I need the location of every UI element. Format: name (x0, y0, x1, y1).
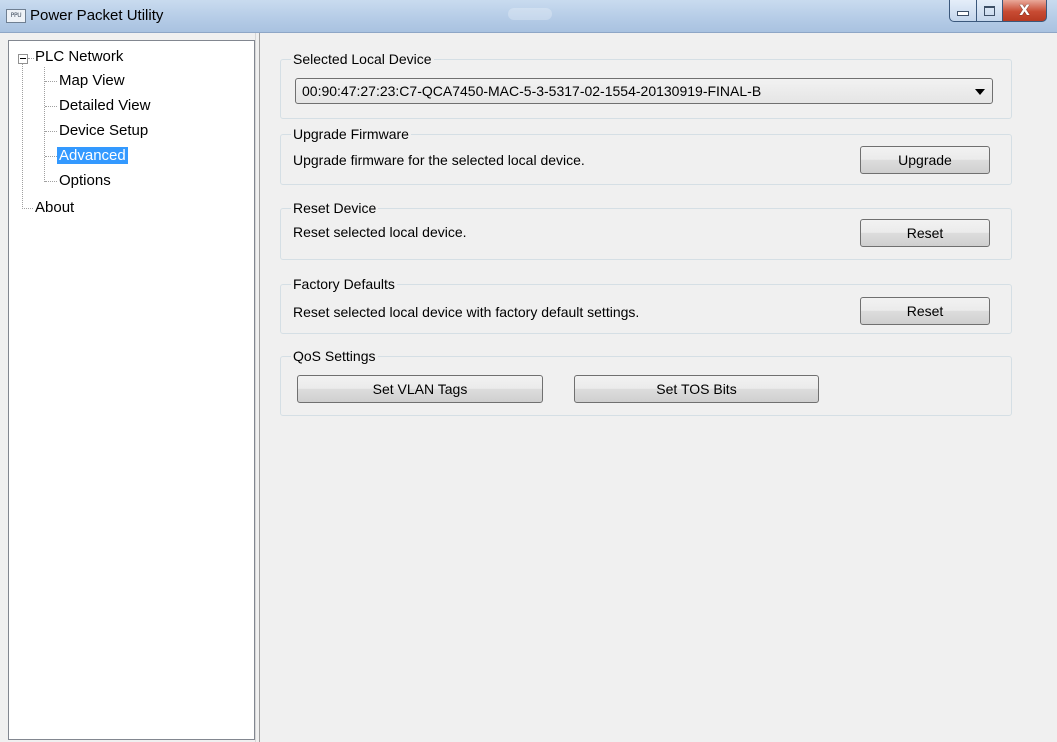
chevron-down-icon (975, 89, 985, 95)
tree-connector (45, 106, 57, 107)
tree-item-plc-network[interactable]: PLC Network (35, 47, 123, 67)
maximize-button[interactable] (977, 0, 1003, 22)
reset-description: Reset selected local device. (293, 224, 467, 240)
group-title: Upgrade Firmware (291, 125, 411, 143)
selected-device-group: Selected Local Device 00:90:47:27:23:C7-… (280, 50, 1012, 119)
tree-item-label: Advanced (57, 147, 128, 164)
group-title: QoS Settings (291, 347, 378, 365)
tree-item-label: Options (59, 172, 111, 189)
upgrade-button[interactable]: Upgrade (860, 146, 990, 174)
set-vlan-tags-button[interactable]: Set VLAN Tags (297, 375, 543, 403)
tree-connector (45, 181, 57, 182)
tree-item-map-view[interactable]: Map View (59, 71, 125, 91)
tree-item-label: Detailed View (59, 97, 151, 114)
upgrade-firmware-group: Upgrade Firmware Upgrade firmware for th… (280, 125, 1012, 185)
factory-reset-button[interactable]: Reset (860, 297, 990, 325)
close-icon: X (1019, 2, 1030, 19)
tree-item-advanced[interactable]: Advanced (57, 146, 128, 166)
title-bar-highlight (508, 8, 552, 20)
reset-device-button[interactable]: Reset (860, 219, 990, 247)
panel-splitter[interactable] (255, 33, 260, 742)
group-title: Reset Device (291, 199, 379, 217)
upgrade-description: Upgrade firmware for the selected local … (293, 152, 585, 168)
minimize-icon (957, 11, 969, 16)
factory-defaults-group: Factory Defaults Reset selected local de… (280, 275, 1012, 334)
maximize-icon (984, 5, 995, 16)
tree-connector (45, 156, 57, 157)
window-title: Power Packet Utility (30, 7, 164, 24)
tree-connector (22, 63, 23, 209)
title-bar[interactable]: PPU Power Packet Utility X (0, 0, 1057, 33)
group-title: Factory Defaults (291, 275, 397, 293)
tree-item-detailed-view[interactable]: Detailed View (59, 96, 150, 116)
collapse-icon[interactable] (18, 54, 28, 64)
close-button[interactable]: X (1003, 0, 1047, 22)
tree-connector (28, 58, 34, 59)
factory-defaults-description: Reset selected local device with factory… (293, 304, 640, 320)
group-title: Selected Local Device (291, 50, 434, 68)
tree-connector (45, 131, 57, 132)
navigation-tree[interactable]: PLC Network Map View Detailed View Devic… (8, 40, 255, 740)
tree-item-label: PLC Network (35, 48, 124, 65)
qos-settings-group: QoS Settings Set VLAN Tags Set TOS Bits (280, 347, 1012, 416)
device-select-value: 00:90:47:27:23:C7-QCA7450-MAC-5-3-5317-0… (302, 83, 762, 99)
set-tos-bits-button[interactable]: Set TOS Bits (574, 375, 819, 403)
tree-connector (45, 81, 57, 82)
tree-item-device-setup[interactable]: Device Setup (59, 121, 148, 141)
tree-connector (44, 67, 45, 182)
device-select[interactable]: 00:90:47:27:23:C7-QCA7450-MAC-5-3-5317-0… (295, 78, 993, 104)
app-icon: PPU (6, 9, 26, 23)
tree-item-label: About (35, 199, 75, 216)
tree-item-options[interactable]: Options (59, 171, 111, 191)
tree-item-label: Map View (59, 72, 125, 89)
tree-item-about[interactable]: About (35, 198, 74, 218)
minimize-button[interactable] (949, 0, 977, 22)
reset-device-group: Reset Device Reset selected local device… (280, 199, 1012, 260)
window-controls: X (949, 0, 1047, 22)
tree-item-label: Device Setup (59, 122, 149, 139)
tree-connector (22, 208, 33, 209)
